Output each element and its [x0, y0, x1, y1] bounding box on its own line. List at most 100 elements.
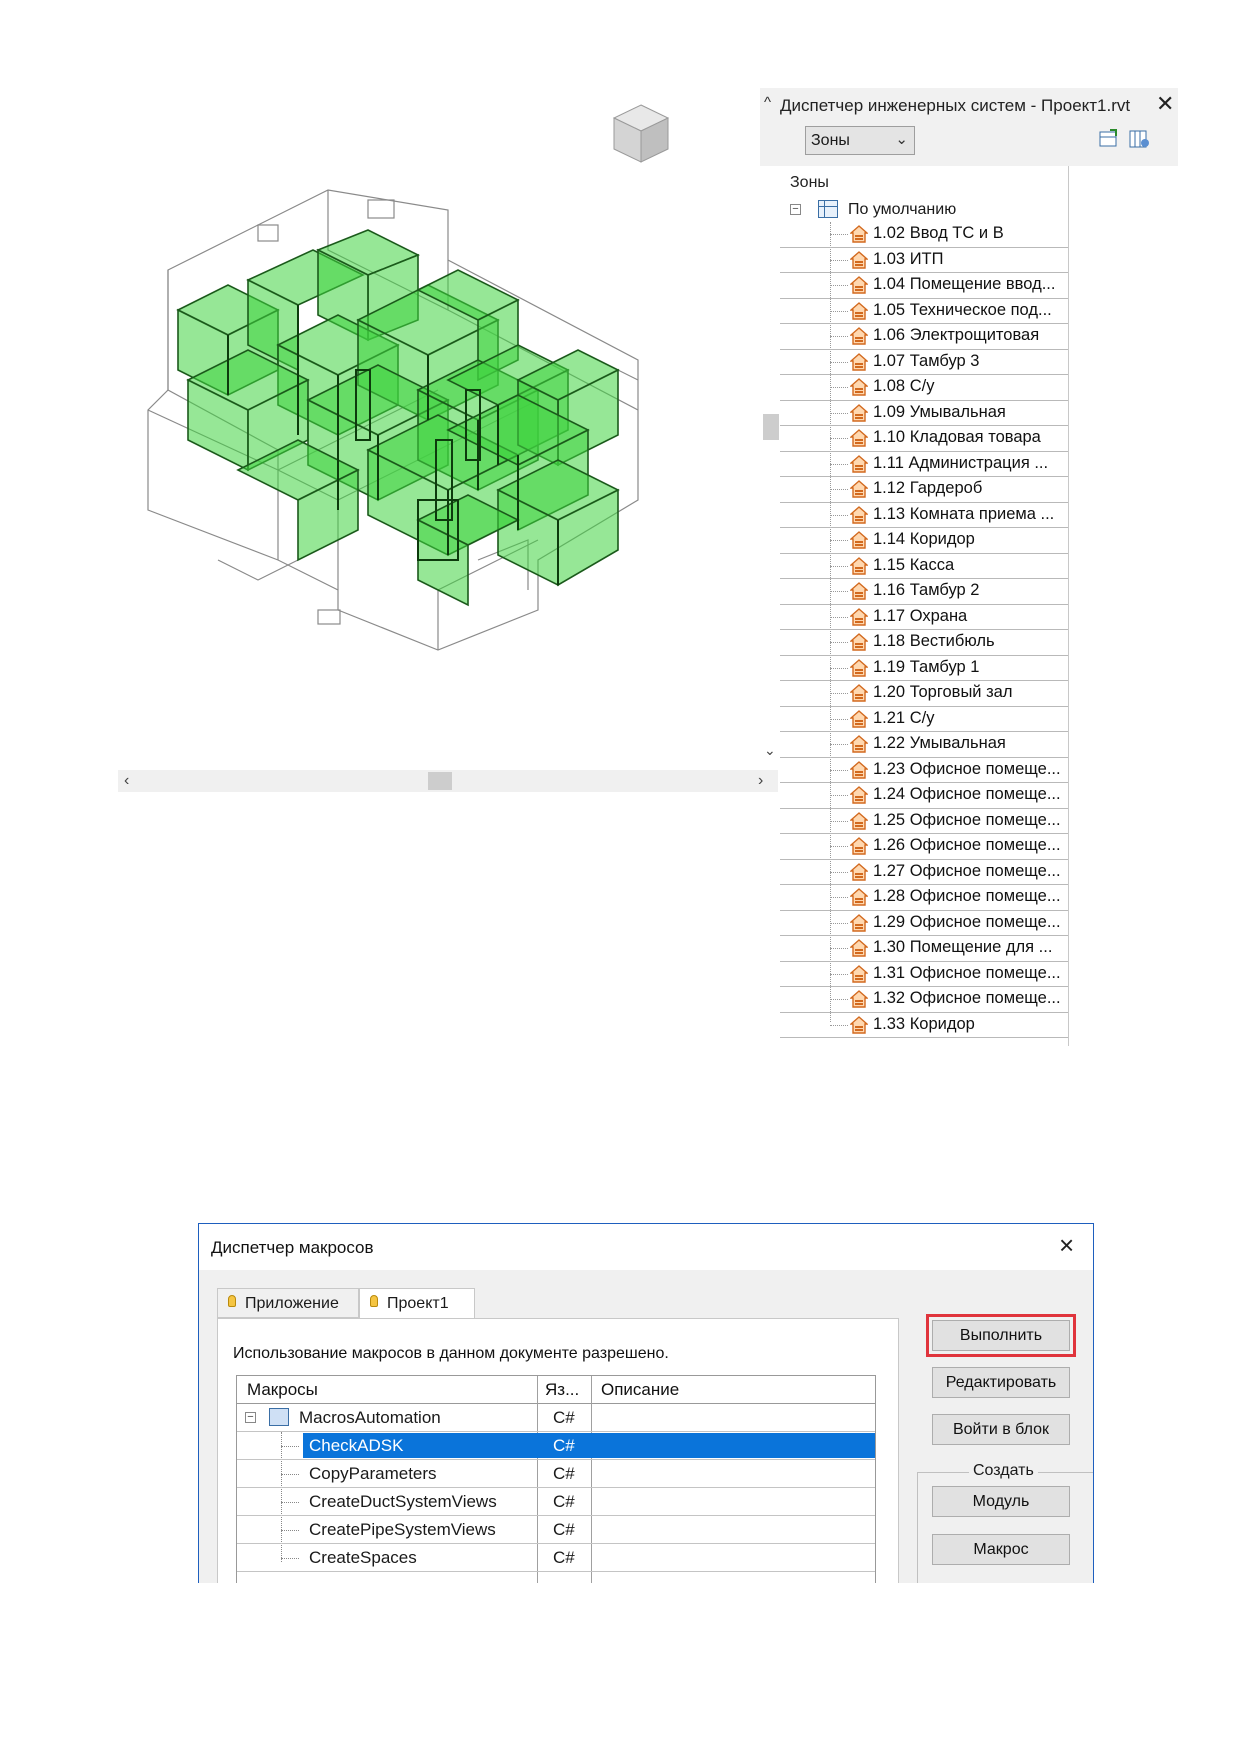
tree-node-label: По умолчанию — [848, 201, 957, 218]
scroll-left-arrow-icon[interactable]: ‹ — [124, 772, 129, 790]
tree-connector — [830, 310, 848, 312]
run-button[interactable]: Выполнить — [932, 1320, 1070, 1351]
table-row-macro[interactable]: CopyParameters C# — [237, 1460, 875, 1488]
zone-list-item[interactable]: 1.05 Техническое под... — [780, 299, 1068, 324]
zones-tree[interactable]: Зоны − По умолчанию 1.02 Ввод ТС и В 1.03… — [780, 166, 1069, 1046]
zone-list-item[interactable]: 1.11 Администрация ... — [780, 452, 1068, 477]
zone-list-item[interactable]: 1.12 Гардероб — [780, 477, 1068, 503]
bulb-icon — [370, 1295, 378, 1307]
tree-connector — [830, 667, 848, 669]
close-icon[interactable]: × — [1059, 1230, 1074, 1261]
zone-list-item[interactable]: 1.27 Офисное помеще... — [780, 860, 1068, 885]
zone-list-item[interactable]: 1.08 С/у — [780, 375, 1068, 401]
zone-list-item[interactable]: 1.10 Кладовая товара — [780, 426, 1068, 452]
house-zone-icon — [850, 964, 868, 983]
zone-list-item[interactable]: 1.09 Умывальная — [780, 401, 1068, 426]
macro-name: CreateDuctSystemViews — [309, 1492, 497, 1511]
tree-connector — [830, 718, 848, 720]
column-settings-icon[interactable] — [1128, 128, 1150, 150]
tab-project1[interactable]: Проект1 — [359, 1288, 475, 1319]
zone-list-item[interactable]: 1.32 Офисное помеще... — [780, 987, 1068, 1013]
house-zone-icon — [850, 837, 868, 855]
create-module-button[interactable]: Модуль — [932, 1486, 1070, 1517]
zone-list-item[interactable]: 1.31 Офисное помеще... — [780, 962, 1068, 987]
tree-connector — [830, 922, 848, 924]
zone-list-item[interactable]: 1.25 Офисное помеще... — [780, 809, 1068, 834]
macro-language: C# — [553, 1492, 575, 1511]
zone-list-item[interactable]: 1.26 Офисное помеще... — [780, 834, 1068, 860]
viewcube-icon[interactable] — [606, 100, 676, 170]
column-header-language[interactable]: Яз... — [545, 1380, 579, 1400]
house-zone-icon — [850, 862, 868, 881]
view-type-value: Зоны — [811, 132, 850, 149]
zone-list-item[interactable]: 1.17 Охрана — [780, 605, 1068, 630]
zone-list-item[interactable]: 1.24 Офисное помеще... — [780, 783, 1068, 809]
step-into-button[interactable]: Войти в блок — [932, 1414, 1070, 1445]
zone-list-item[interactable]: 1.28 Офисное помеще... — [780, 885, 1068, 911]
zone-list-item[interactable]: 1.22 Умывальная — [780, 732, 1068, 758]
zone-label: 1.08 С/у — [873, 377, 935, 395]
dialog-title: Диспетчер макросов — [211, 1238, 374, 1257]
zone-label: 1.14 Коридор — [873, 530, 975, 548]
zone-list-item[interactable]: 1.14 Коридор — [780, 528, 1068, 554]
edit-button[interactable]: Редактировать — [932, 1367, 1070, 1398]
module-name: MacrosAutomation — [299, 1408, 441, 1427]
tree-connector — [830, 820, 848, 822]
house-zone-icon — [850, 225, 868, 243]
zone-list-item[interactable]: 1.23 Офисное помеще... — [780, 758, 1068, 783]
zone-list-item[interactable]: 1.29 Офисное помеще... — [780, 911, 1068, 936]
column-header-description[interactable]: Описание — [601, 1380, 679, 1400]
zone-list-item[interactable]: 1.16 Тамбур 2 — [780, 579, 1068, 605]
zone-label: 1.05 Техническое под... — [873, 300, 1052, 319]
table-row-macro[interactable]: CreatePipeSystemViews C# — [237, 1516, 875, 1544]
view-type-select[interactable]: Зоны ⌄ — [805, 126, 915, 155]
table-row-macro[interactable]: CreateDuctSystemViews C# — [237, 1488, 875, 1516]
macro-manager-dialog: Диспетчер макросов × Приложение Проект1 … — [198, 1223, 1094, 1583]
zone-list-item[interactable]: 1.06 Электрощитовая — [780, 324, 1068, 350]
zone-label: 1.15 Касса — [873, 555, 955, 574]
module-language: C# — [553, 1408, 575, 1427]
zone-list-item[interactable]: 1.13 Комната приема ... — [780, 503, 1068, 528]
zone-list-item[interactable]: 1.19 Тамбур 1 — [780, 656, 1068, 681]
table-row-module[interactable]: − MacrosAutomation C# — [237, 1404, 875, 1432]
zone-list-item[interactable]: 1.33 Коридор — [780, 1013, 1068, 1038]
tree-connector — [830, 336, 848, 337]
zone-label: 1.06 Электрощитовая — [873, 326, 1040, 344]
3d-viewport[interactable] — [118, 90, 778, 790]
zone-label: 1.09 Умывальная — [873, 402, 1006, 421]
autofit-columns-icon[interactable] — [1098, 128, 1120, 150]
chevron-down-icon: ⌄ — [895, 131, 908, 148]
macro-name: CheckADSK — [309, 1436, 404, 1455]
zone-list-item[interactable]: 1.07 Тамбур 3 — [780, 350, 1068, 375]
create-macro-button[interactable]: Макрос — [932, 1534, 1070, 1565]
zone-list-item[interactable]: 1.15 Касса — [780, 554, 1068, 579]
close-icon[interactable]: ✕ — [1156, 91, 1174, 117]
house-zone-icon — [850, 531, 868, 549]
macro-language: C# — [553, 1520, 575, 1539]
zone-list-item[interactable]: 1.04 Помещение ввод... — [780, 273, 1068, 299]
zone-label: 1.31 Офисное помеще... — [873, 963, 1061, 982]
tab-application[interactable]: Приложение — [217, 1288, 359, 1318]
zone-list-item[interactable]: 1.21 С/у — [780, 707, 1068, 732]
zone-list-item[interactable]: 1.02 Ввод ТС и В — [780, 222, 1068, 248]
tree-connector — [830, 948, 848, 949]
zone-label: 1.30 Помещение для ... — [873, 938, 1053, 956]
house-zone-icon — [850, 633, 868, 651]
zone-list-item[interactable]: 1.30 Помещение для ... — [780, 936, 1068, 962]
zone-label: 1.19 Тамбур 1 — [873, 657, 980, 676]
collapse-icon[interactable]: − — [245, 1412, 256, 1423]
house-zone-icon — [850, 556, 868, 575]
zone-list-item[interactable]: 1.03 ИТП — [780, 248, 1068, 273]
zone-list-item[interactable]: 1.20 Торговый зал — [780, 681, 1068, 707]
collapse-chevron-icon[interactable]: ^ — [764, 94, 771, 111]
house-zone-icon — [850, 403, 868, 422]
table-row-macro[interactable]: CreateSpaces C# — [237, 1544, 875, 1572]
tree-connector — [830, 285, 848, 286]
collapse-icon[interactable]: − — [790, 204, 801, 215]
horizontal-scrollbar-thumb[interactable] — [428, 772, 452, 790]
column-header-macros[interactable]: Макросы — [247, 1380, 318, 1400]
table-row-macro[interactable]: CheckADSK C# — [237, 1432, 875, 1460]
horizontal-scrollbar[interactable]: ‹ › — [118, 770, 778, 792]
house-zone-icon — [850, 990, 868, 1008]
zone-list-item[interactable]: 1.18 Вестибюль — [780, 630, 1068, 656]
